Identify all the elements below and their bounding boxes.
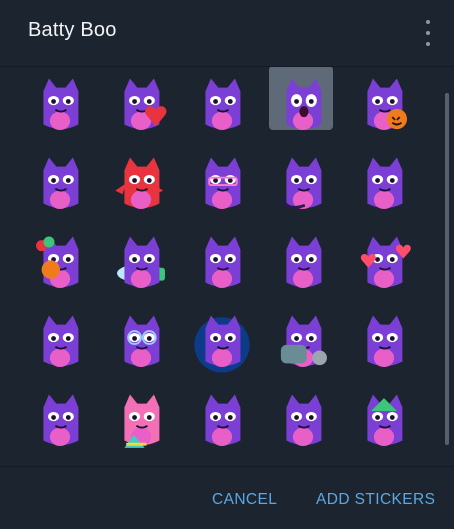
sticker-image [43, 314, 79, 367]
sticker-image [194, 314, 250, 373]
sticker-bat-shocked-selected[interactable] [263, 67, 343, 146]
sticker-bat-round-glasses[interactable] [101, 304, 181, 383]
sticker-image [124, 77, 167, 130]
cancel-button[interactable]: CANCEL [212, 491, 277, 509]
sticker-bat-green-hat[interactable] [344, 383, 424, 462]
sticker-bat-with-bag[interactable] [182, 225, 262, 304]
sticker-image [367, 314, 403, 367]
sticker-image [367, 156, 403, 209]
sticker-image [280, 156, 322, 209]
dialog-header: Batty Boo [0, 0, 454, 67]
sticker-bat-smug[interactable] [344, 304, 424, 383]
sticker-bat-for-you-sign[interactable] [263, 304, 343, 383]
sticker-image [124, 314, 160, 367]
sticker-bat-floating-happy[interactable] [20, 67, 100, 146]
sticker-bat-devil-tail[interactable] [263, 146, 343, 225]
sticker-image [286, 77, 322, 130]
sticker-image [280, 314, 327, 367]
sticker-image [286, 235, 322, 288]
sticker-image [43, 393, 79, 446]
sticker-image [367, 77, 408, 130]
sticker-image [367, 393, 403, 446]
add-stickers-button[interactable]: ADD STICKERS [316, 491, 435, 509]
dialog-title: Batty Boo [28, 19, 117, 41]
sticker-image [286, 393, 322, 446]
sticker-image [205, 235, 241, 288]
sticker-bat-mushroom-sweat[interactable] [20, 304, 100, 383]
sticker-bat-red-angry[interactable] [101, 146, 181, 225]
sticker-image [124, 393, 160, 448]
sticker-image [205, 156, 241, 209]
sticker-bat-hiding-face[interactable] [20, 383, 100, 462]
sticker-bat-starry-eyes[interactable] [344, 146, 424, 225]
sticker-bat-pink-rainbow[interactable] [101, 383, 181, 462]
sticker-bat-pink-glasses[interactable] [182, 146, 262, 225]
more-options-icon[interactable] [422, 20, 434, 46]
sticker-bat-pumpkin[interactable] [344, 67, 424, 146]
sticker-image [360, 235, 411, 288]
sticker-grid [20, 67, 422, 462]
sticker-image [117, 235, 165, 288]
sticker-set-dialog: Batty Boo CANCEL ADD STICKERS [0, 0, 454, 528]
sticker-bat-thumbs-up[interactable] [182, 67, 262, 146]
sticker-bat-balloons-pumpkin[interactable] [20, 225, 100, 304]
sticker-bat-red-heart[interactable] [101, 67, 181, 146]
sticker-image [43, 77, 79, 130]
sticker-image [36, 235, 79, 288]
sticker-bat-squint[interactable] [263, 225, 343, 304]
dialog-footer: CANCEL ADD STICKERS [0, 466, 454, 529]
sticker-bat-pillow-sleep[interactable] [101, 225, 181, 304]
sticker-bat-unimpressed-closeup[interactable] [20, 146, 100, 225]
sticker-image [205, 77, 241, 130]
sticker-image [115, 156, 164, 209]
sticker-image [43, 156, 79, 209]
sticker-bat-surprised[interactable] [182, 383, 262, 462]
sticker-bat-lying-sad[interactable] [263, 383, 343, 462]
sticker-bat-hearts[interactable] [344, 225, 424, 304]
sticker-grid-container [0, 67, 454, 465]
sticker-image [205, 393, 241, 446]
scrollbar[interactable] [445, 93, 449, 445]
sticker-bat-hanging-night[interactable] [182, 304, 262, 383]
